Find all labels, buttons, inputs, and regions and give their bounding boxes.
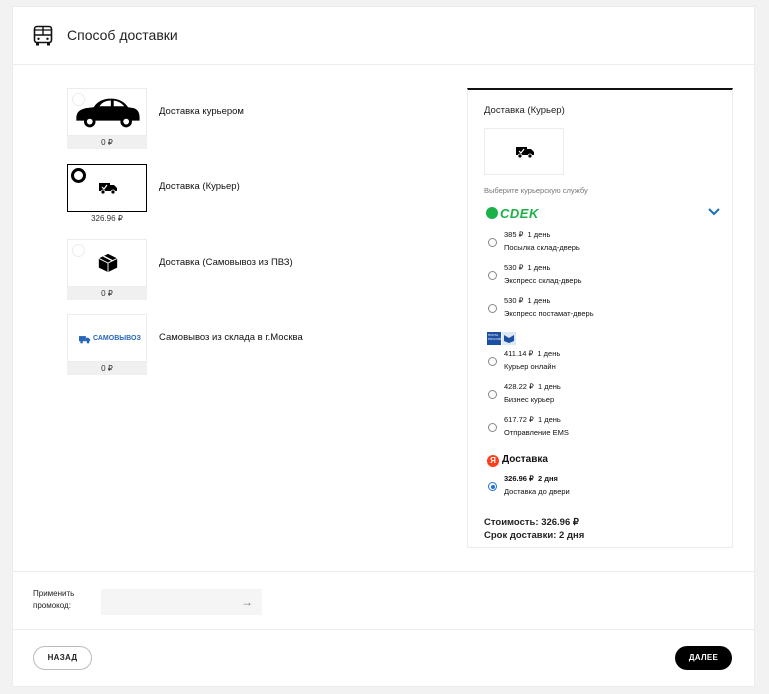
service-name: Бизнес курьер	[504, 395, 555, 404]
cdek-logo-icon	[486, 207, 498, 219]
service-price-days: 428.22 ₽ 1 день	[504, 382, 561, 391]
detail-image-box	[484, 128, 564, 175]
service-option[interactable]: 385 ₽ 1 день Посылка склад-дверь	[486, 230, 716, 256]
chevron-down-icon[interactable]	[708, 207, 720, 217]
service-name: Доставка до двери	[504, 487, 570, 496]
option-price: 0 ₽	[67, 362, 147, 375]
next-button[interactable]: ДАЛЕЕ	[675, 646, 732, 670]
detail-title: Доставка (Курьер)	[484, 105, 565, 116]
service-price-days: 326.96 ₽ 2 дня	[504, 474, 558, 483]
service-name: Курьер онлайн	[504, 362, 556, 371]
pochta-logo: ПОЧТА РОССИИ	[487, 332, 517, 345]
service-option[interactable]: 428.22 ₽ 1 день Бизнес курьер	[486, 382, 716, 408]
delivery-cost: Стоимость: 326.96 ₽	[484, 517, 579, 528]
divider	[13, 629, 754, 630]
checkout-panel: Способ доставки 0 ₽ Доставка курьером 32…	[12, 6, 755, 687]
option-price: 0 ₽	[67, 136, 147, 149]
option-radio-selected[interactable]	[71, 168, 86, 183]
parcel-box-icon	[98, 253, 118, 273]
delivery-option-warehouse-pickup[interactable]: САМОВЫВОЗ 0 ₽	[67, 314, 147, 375]
bus-icon	[33, 25, 53, 46]
service-option-selected[interactable]: 326.96 ₽ 2 дня Доставка до двери	[486, 474, 716, 500]
service-name: Посылка склад-дверь	[504, 243, 580, 252]
arrow-right-icon[interactable]: →	[241, 595, 253, 609]
pochta-logo-text: ПОЧТА РОССИИ	[487, 332, 501, 345]
option-label[interactable]: Самовывоз из склада в г.Москва	[159, 332, 303, 343]
divider	[13, 571, 754, 572]
delivery-option-pickup-point[interactable]: 0 ₽	[67, 239, 147, 300]
option-image-box[interactable]	[67, 88, 147, 136]
service-price-days: 411.14 ₽ 1 день	[504, 349, 561, 358]
option-label[interactable]: Доставка (Курьер)	[159, 181, 240, 192]
service-price-days: 530 ₽ 1 день	[504, 296, 551, 305]
service-option[interactable]: 617.72 ₽ 1 день Отправление EMS	[486, 415, 716, 441]
service-radio[interactable]	[488, 271, 497, 280]
yandex-logo-icon: Я	[487, 455, 499, 467]
service-price-days: 385 ₽ 1 день	[504, 230, 551, 239]
promo-label: Применить промокод:	[33, 589, 75, 610]
service-option[interactable]: 530 ₽ 1 день Экспресс постамат-дверь	[486, 296, 716, 322]
service-name: Экспресс постамат-дверь	[504, 309, 594, 318]
option-image-box[interactable]	[67, 164, 147, 212]
service-price-days: 617.72 ₽ 1 день	[504, 415, 561, 424]
service-option[interactable]: 530 ₽ 1 день Экспресс склад-дверь	[486, 263, 716, 289]
delivery-truck-icon	[516, 147, 534, 159]
courier-hint: Выберите курьерскую службу	[484, 186, 588, 195]
option-label[interactable]: Доставка (Самовывоз из ПВЗ)	[159, 257, 293, 268]
delivery-option-courier[interactable]: 0 ₽	[67, 88, 147, 149]
section-header: Способ доставки	[13, 7, 754, 65]
option-image-box[interactable]: САМОВЫВОЗ	[67, 314, 147, 362]
option-price: 326.96 ₽	[67, 212, 147, 225]
service-name: Отправление EMS	[504, 428, 569, 437]
pickup-logo-text: САМОВЫВОЗ	[93, 335, 141, 342]
back-button[interactable]: НАЗАД	[33, 646, 92, 670]
option-radio[interactable]	[72, 244, 85, 257]
option-image-box[interactable]	[67, 239, 147, 287]
promo-input[interactable]	[101, 589, 262, 615]
service-option[interactable]: 411.14 ₽ 1 день Курьер онлайн	[486, 349, 716, 375]
delivery-option-courier-service[interactable]: 326.96 ₽	[67, 164, 147, 225]
delivery-truck-icon	[99, 183, 117, 195]
service-radio[interactable]	[488, 423, 497, 432]
service-price-days: 530 ₽ 1 день	[504, 263, 551, 272]
service-radio[interactable]	[488, 357, 497, 366]
service-name: Экспресс склад-дверь	[504, 276, 582, 285]
courier-detail-panel: Доставка (Курьер) Выберите курьерскую сл…	[467, 88, 733, 548]
service-radio[interactable]	[488, 390, 497, 399]
service-radio[interactable]	[488, 304, 497, 313]
pickup-icon	[79, 336, 91, 344]
option-price: 0 ₽	[67, 287, 147, 300]
car-icon	[76, 98, 140, 128]
cdek-logo-text: СDEK	[500, 206, 539, 221]
service-radio[interactable]	[488, 238, 497, 247]
delivery-term: Срок доставки: 2 дня	[484, 530, 585, 541]
page-title: Способ доставки	[67, 27, 178, 43]
yandex-logo-text: Доставка	[502, 454, 548, 465]
service-radio-selected[interactable]	[488, 482, 497, 491]
cdek-logo: СDEK	[486, 206, 539, 221]
pochta-eagle-icon	[502, 332, 516, 345]
yandex-logo: Я Доставка	[487, 454, 548, 467]
option-label[interactable]: Доставка курьером	[159, 106, 244, 117]
